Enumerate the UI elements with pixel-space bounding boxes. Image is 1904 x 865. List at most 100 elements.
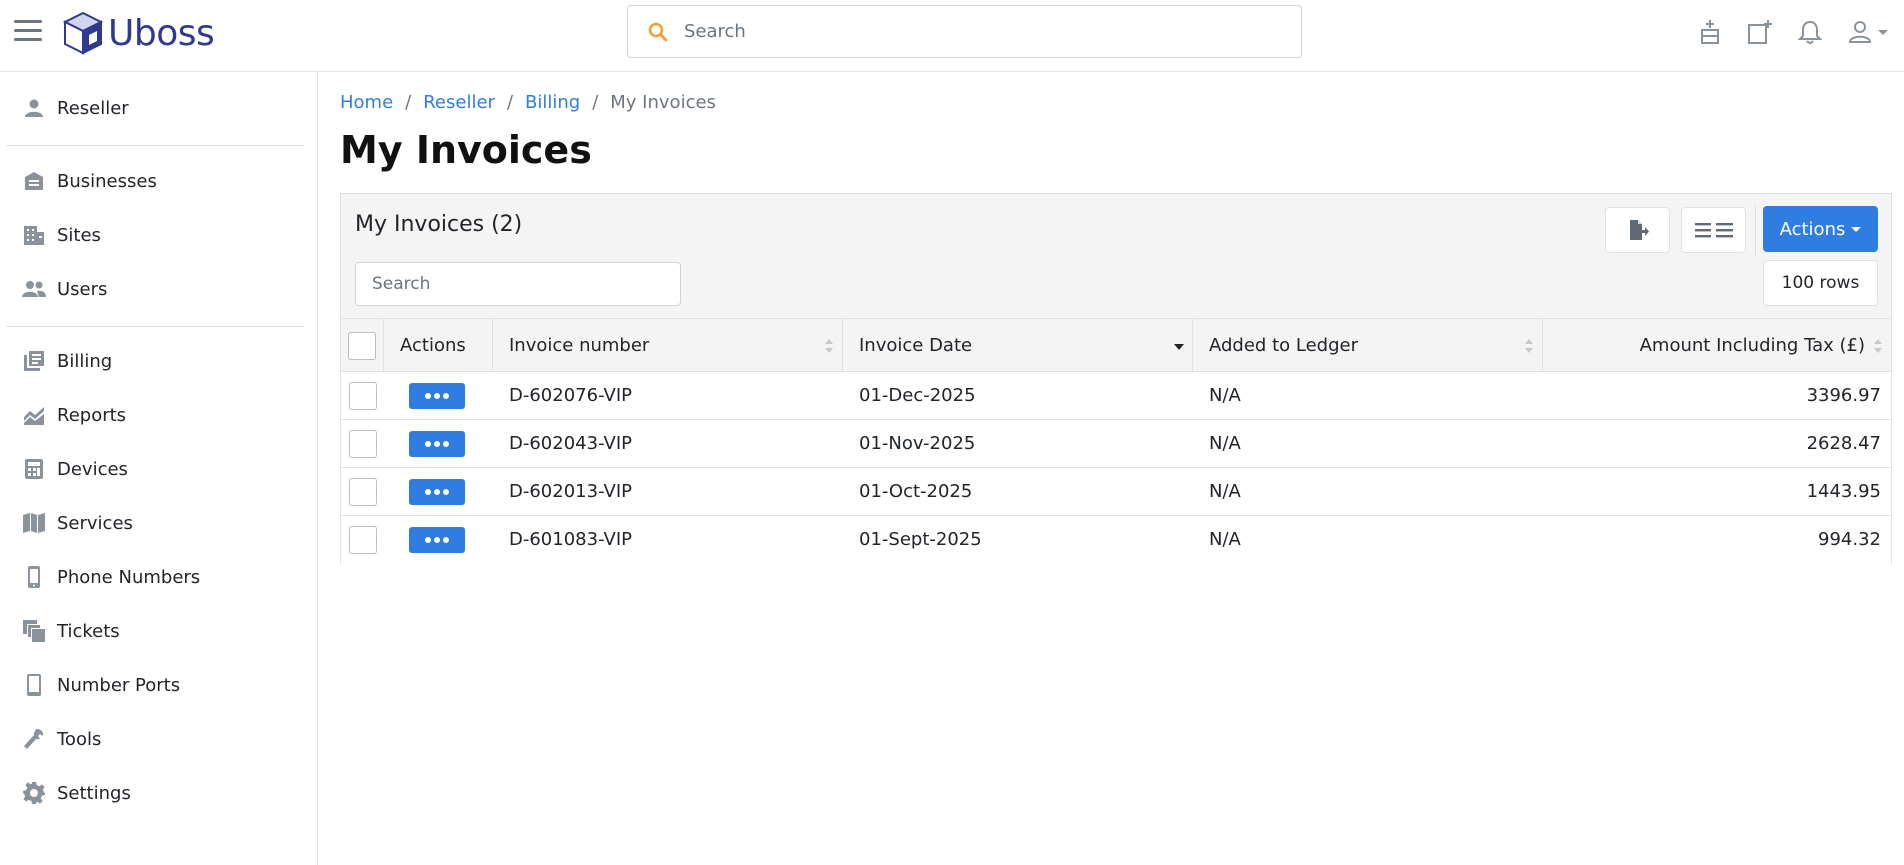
breadcrumb-home[interactable]: Home (340, 92, 393, 113)
row-checkbox[interactable] (349, 381, 377, 410)
brand-logo[interactable]: Uboss (62, 6, 215, 60)
sidebar-item-label: Settings (57, 782, 131, 804)
invoice-date-cell: 01-Dec-2025 (859, 385, 976, 406)
sidebar-item-tickets[interactable]: Tickets (22, 613, 302, 649)
sidebar-item-label: Tools (57, 728, 102, 750)
table-search-input[interactable] (355, 262, 681, 306)
bell-icon[interactable] (1796, 18, 1824, 46)
page-title: My Invoices (340, 128, 592, 172)
amount-cell: 2628.47 (1806, 433, 1881, 454)
row-actions-button[interactable] (409, 478, 465, 505)
global-search[interactable] (627, 5, 1302, 58)
top-bar: Uboss (0, 0, 1904, 72)
table-row[interactable]: D-602076-VIP 01-Dec-2025 N/A 3396.97 (341, 372, 1891, 420)
brand-name: Uboss (108, 12, 215, 54)
table-row[interactable]: D-601083-VIP 01-Sept-2025 N/A 994.32 (341, 516, 1891, 564)
invoice-date-cell: 01-Oct-2025 (859, 481, 973, 502)
sort-icon (1874, 339, 1882, 353)
caret-down-icon (1851, 226, 1862, 232)
table-row[interactable]: D-602013-VIP 01-Oct-2025 N/A 1443.95 (341, 468, 1891, 516)
sidebar-item-reports[interactable]: Reports (22, 397, 302, 433)
column-toggle-button[interactable] (1681, 207, 1746, 253)
sidebar-divider (6, 326, 304, 327)
invoice-number-cell: D-601083-VIP (509, 529, 632, 550)
add-item-icon[interactable] (1746, 18, 1774, 46)
sort-icon (1525, 339, 1533, 353)
invoice-number-cell: D-602076-VIP (509, 385, 632, 406)
global-search-input[interactable] (684, 21, 1284, 42)
column-header-amount[interactable]: Amount Including Tax (£) (1543, 319, 1891, 372)
sidebar-item-number-ports[interactable]: Number Ports (22, 667, 302, 703)
sidebar-item-businesses[interactable]: Businesses (22, 163, 302, 199)
invoice-date-cell: 01-Sept-2025 (859, 529, 982, 550)
toolbar-divider (1755, 204, 1756, 256)
row-checkbox[interactable] (349, 429, 377, 458)
breadcrumb-separator: / (592, 92, 599, 113)
top-icons (1674, 18, 1888, 46)
mobile-phone-icon (28, 566, 40, 588)
add-site-icon[interactable] (1696, 18, 1724, 46)
chart-area-icon (24, 407, 44, 425)
ledger-cell: N/A (1209, 433, 1241, 454)
column-header-invoice-date[interactable]: Invoice Date (843, 319, 1193, 372)
map-book-icon (23, 513, 45, 533)
sidebar-item-sites[interactable]: Sites (22, 217, 302, 253)
row-actions-button[interactable] (409, 526, 465, 553)
office-block-icon (24, 226, 44, 245)
breadcrumb-reseller[interactable]: Reseller (423, 92, 495, 113)
breadcrumb-separator: / (405, 92, 412, 113)
actions-label: Actions (1779, 218, 1846, 240)
invoice-number-cell: D-602043-VIP (509, 433, 632, 454)
sidebar-item-settings[interactable]: Settings (22, 775, 302, 811)
row-checkbox[interactable] (349, 477, 377, 506)
sort-desc-icon (1174, 344, 1184, 350)
select-all-checkbox[interactable] (348, 331, 376, 360)
user-account-icon[interactable] (1846, 18, 1874, 46)
sidebar-item-tools[interactable]: Tools (22, 721, 302, 757)
sidebar-item-label: Reports (57, 404, 127, 426)
wrench-icon (24, 728, 44, 749)
table-header: Actions Invoice number Invoice Date Adde… (341, 318, 1891, 372)
export-button[interactable] (1605, 207, 1670, 253)
ledger-cell: N/A (1209, 481, 1241, 502)
invoice-number-cell: D-602013-VIP (509, 481, 632, 502)
chevron-down-icon[interactable] (1878, 27, 1888, 37)
building-icon (25, 172, 43, 190)
row-checkbox[interactable] (349, 525, 377, 554)
ledger-cell: N/A (1209, 529, 1241, 550)
table-row[interactable]: D-602043-VIP 01-Nov-2025 N/A 2628.47 (341, 420, 1891, 468)
invoices-card: My Invoices (2) Actions 100 rows (340, 193, 1892, 564)
sidebar-item-label: Number Ports (57, 674, 181, 696)
sidebar-item-services[interactable]: Services (22, 505, 302, 541)
copies-icon (23, 620, 45, 642)
search-icon (648, 22, 668, 41)
amount-cell: 1443.95 (1806, 481, 1881, 502)
columns-icon (1694, 223, 1733, 238)
sidebar-item-phone-numbers[interactable]: Phone Numbers (22, 559, 302, 595)
gear-icon (23, 782, 45, 804)
sidebar-item-billing[interactable]: Billing (22, 343, 302, 379)
ledger-cell: N/A (1209, 385, 1241, 406)
column-header-invoice-number[interactable]: Invoice number (493, 319, 843, 372)
sidebar-item-devices[interactable]: Devices (22, 451, 302, 487)
actions-dropdown-button[interactable]: Actions (1763, 206, 1878, 252)
sidebar-item-label: Users (57, 278, 108, 300)
rows-per-page-button[interactable]: 100 rows (1763, 260, 1878, 306)
sidebar-item-label: Services (57, 512, 133, 534)
sidebar-item-label: Phone Numbers (57, 566, 201, 588)
cube-logo-icon (62, 11, 104, 55)
row-actions-button[interactable] (409, 430, 465, 457)
users-icon (22, 281, 46, 297)
sidebar-item-label: Sites (57, 224, 101, 246)
breadcrumb-billing[interactable]: Billing (525, 92, 580, 113)
breadcrumb-separator: / (506, 92, 514, 113)
sidebar-item-reseller[interactable]: Reseller (22, 90, 302, 126)
calculator-icon (25, 459, 43, 479)
sidebar-item-label: Tickets (57, 620, 120, 642)
menu-icon[interactable] (14, 20, 42, 44)
breadcrumb: Home / Reseller / Billing / My Invoices (340, 92, 716, 113)
sort-icon (825, 339, 833, 353)
sidebar-item-users[interactable]: Users (22, 271, 302, 307)
column-header-added-to-ledger[interactable]: Added to Ledger (1193, 319, 1543, 372)
row-actions-button[interactable] (409, 382, 465, 409)
